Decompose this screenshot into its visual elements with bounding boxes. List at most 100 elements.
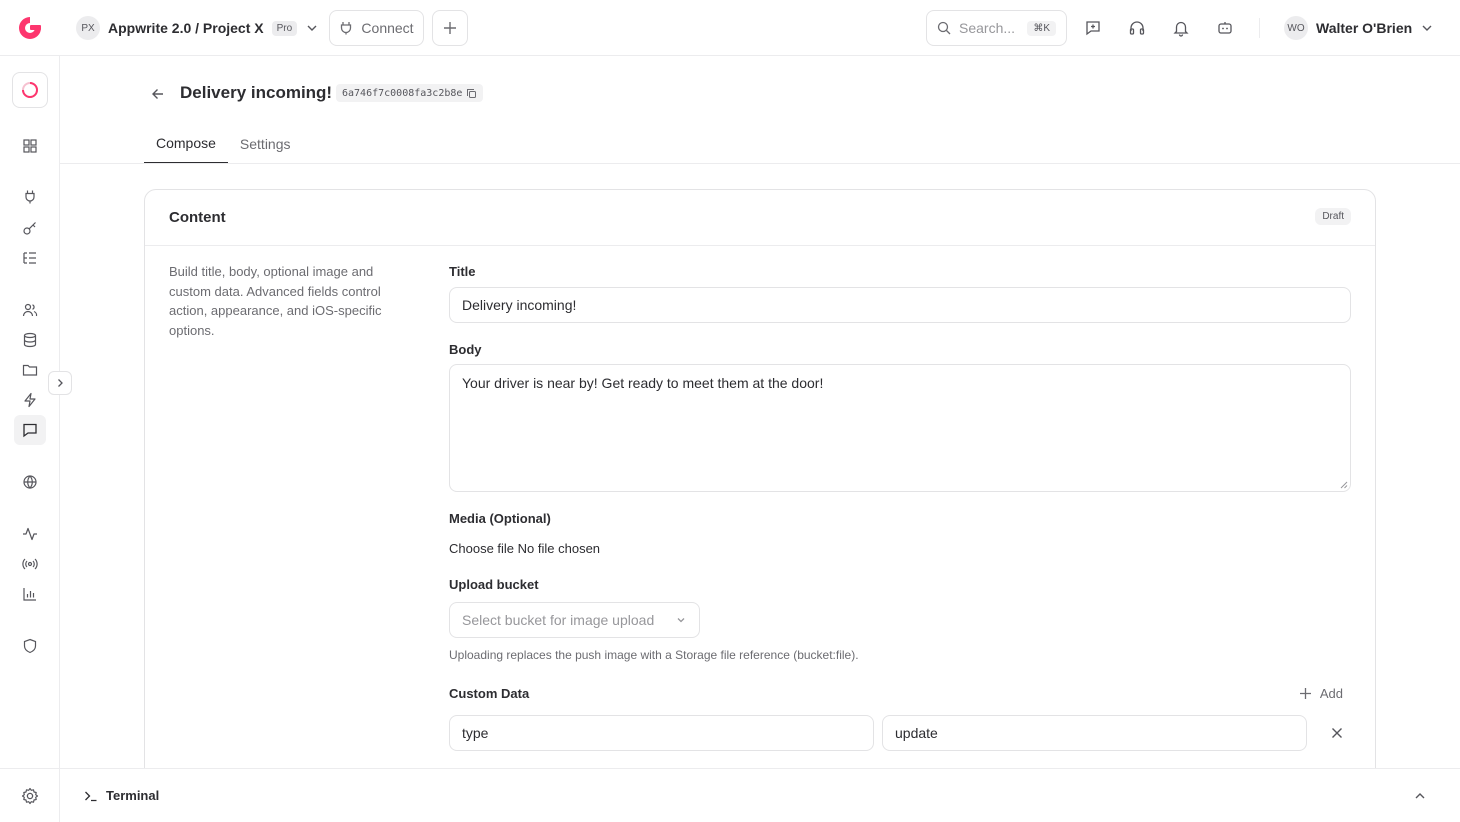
user-avatar: WO (1284, 16, 1308, 40)
status-badge: Draft (1315, 208, 1351, 225)
tabs-divider (60, 163, 1460, 164)
bell-icon (1173, 21, 1189, 37)
sidebar-item-integrations[interactable] (14, 182, 46, 212)
bucket-placeholder: Select bucket for image upload (462, 612, 655, 628)
headphones-icon (1129, 21, 1145, 35)
lightning-icon (24, 392, 36, 408)
custom-data-label: Custom Data (449, 686, 530, 701)
chevron-right-icon (58, 379, 63, 387)
chevron-up-icon[interactable] (1412, 788, 1428, 804)
bucket-helper-text: Uploading replaces the push image with a… (449, 648, 859, 662)
sidebar-item-logs[interactable] (14, 243, 46, 273)
plug-icon (25, 190, 35, 204)
chevron-down-icon (1422, 25, 1432, 31)
sidebar-expand-button[interactable] (48, 371, 72, 395)
title-input[interactable]: Delivery incoming! (449, 287, 1351, 323)
plan-badge: Pro (271, 20, 298, 36)
card-header: Content Draft (145, 190, 1375, 246)
tab-settings[interactable]: Settings (228, 124, 303, 164)
project-avatar: PX (76, 16, 100, 40)
chevron-down-icon (307, 25, 317, 31)
media-label: Media (Optional) (449, 511, 551, 526)
project-status-button[interactable] (12, 72, 48, 108)
sidebar (0, 56, 60, 822)
sidebar-item-functions[interactable] (14, 385, 46, 415)
sidebar-item-overview[interactable] (14, 131, 46, 161)
loader-icon (22, 82, 38, 98)
project-switcher[interactable]: PX Appwrite 2.0 / Project X Pro (76, 16, 319, 40)
sidebar-item-activity[interactable] (14, 519, 46, 549)
gear-icon[interactable] (20, 786, 40, 806)
broadcast-icon (22, 558, 38, 570)
resize-handle[interactable] (1340, 481, 1348, 489)
bar-chart-icon (23, 588, 36, 601)
search-placeholder: Search... (959, 20, 1016, 36)
content-card: Content Draft Build title, body, optiona… (144, 189, 1376, 809)
user-menu[interactable]: WO Walter O'Brien (1284, 16, 1434, 40)
sidebar-item-auth[interactable] (14, 295, 46, 325)
card-title: Content (169, 209, 226, 226)
feedback-button[interactable] (1083, 18, 1103, 38)
search-icon (937, 21, 951, 35)
custom-data-value-input[interactable]: update (882, 715, 1307, 751)
plus-icon (444, 22, 456, 34)
user-name: Walter O'Brien (1316, 20, 1413, 36)
sidebar-footer-divider (0, 768, 60, 769)
terminal-bar[interactable]: Terminal (60, 768, 1460, 822)
custom-data-key-input[interactable]: type (449, 715, 874, 751)
bucket-select[interactable]: Select bucket for image upload (449, 602, 700, 638)
appwrite-logo[interactable] (16, 14, 44, 42)
plug-icon (341, 22, 352, 35)
message-id-badge[interactable]: 6a746f7c0008fa3c2b8e (336, 84, 484, 102)
list-tree-icon (23, 252, 36, 264)
support-button[interactable] (1127, 18, 1147, 38)
activity-icon (23, 527, 37, 541)
message-icon (23, 423, 37, 438)
body-textarea[interactable]: Your driver is near by! Get ready to mee… (449, 364, 1351, 492)
create-button[interactable] (432, 10, 468, 46)
bucket-label: Upload bucket (449, 577, 539, 592)
body-label: Body (449, 342, 482, 357)
sidebar-item-sites[interactable] (14, 467, 46, 497)
header-divider (1259, 18, 1260, 38)
bot-icon (1218, 22, 1232, 34)
body-text: Your driver is near by! Get ready to mee… (462, 375, 824, 391)
key-icon (23, 222, 36, 235)
shield-icon (23, 638, 37, 654)
title-label: Title (449, 264, 476, 279)
copy-icon (467, 88, 477, 98)
globe-icon (23, 475, 37, 489)
top-bar: PX Appwrite 2.0 / Project X Pro Connect … (0, 0, 1460, 56)
sidebar-item-security[interactable] (14, 631, 46, 661)
add-label: Add (1319, 686, 1343, 701)
tab-compose[interactable]: Compose (144, 124, 228, 164)
sidebar-item-auth-keys[interactable] (14, 213, 46, 243)
search-shortcut: ⌘K (1027, 20, 1056, 36)
search-button[interactable]: Search... ⌘K (926, 10, 1067, 46)
database-icon (23, 332, 37, 348)
sidebar-item-realtime[interactable] (14, 549, 46, 579)
sidebar-item-storage[interactable] (14, 355, 46, 385)
terminal-label-group: Terminal (84, 788, 159, 803)
terminal-icon (85, 791, 97, 801)
connect-label: Connect (361, 20, 414, 36)
sidebar-item-messaging[interactable] (14, 415, 46, 445)
add-custom-data-button[interactable]: Add (1299, 686, 1343, 701)
back-button[interactable] (148, 84, 168, 104)
card-description: Build title, body, optional image and cu… (169, 264, 382, 338)
assistant-button[interactable] (1215, 18, 1235, 38)
media-file-input[interactable]: Choose file No file chosen (449, 541, 600, 556)
sidebar-item-usage[interactable] (14, 579, 46, 609)
users-icon (22, 303, 38, 317)
remove-custom-data-button[interactable] (1327, 723, 1347, 743)
folder-icon (22, 364, 38, 376)
terminal-label: Terminal (106, 788, 160, 803)
page-title: Delivery incoming! (180, 83, 333, 102)
close-icon (1332, 728, 1342, 738)
sidebar-item-databases[interactable] (14, 325, 46, 355)
project-name: Appwrite 2.0 / Project X (108, 20, 264, 36)
notifications-button[interactable] (1171, 18, 1191, 38)
tab-bar: Compose Settings (144, 124, 303, 164)
chevron-down-icon (677, 618, 685, 623)
connect-button[interactable]: Connect (329, 10, 424, 46)
